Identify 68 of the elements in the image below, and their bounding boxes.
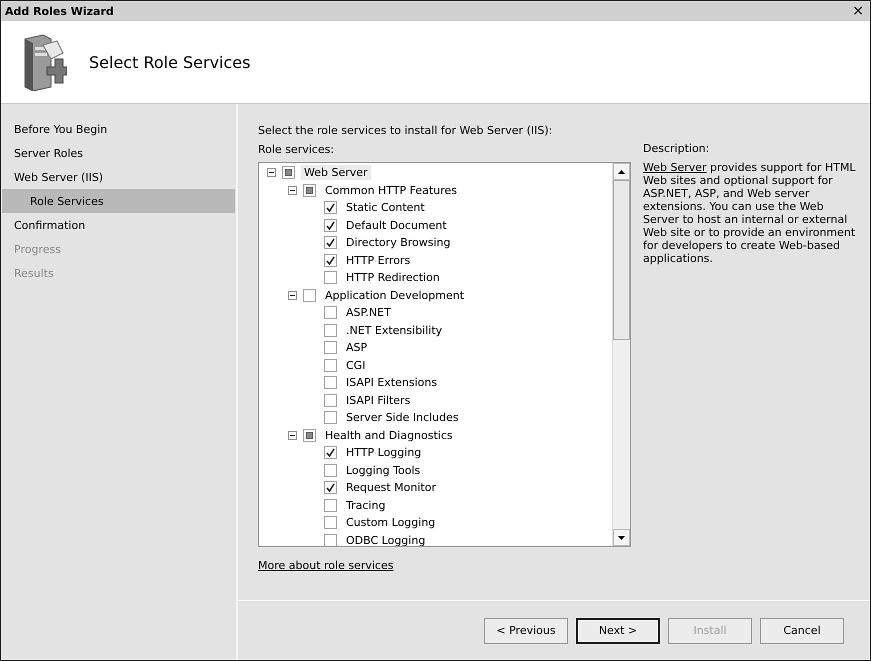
tree-item[interactable]: ASP.NET [343, 305, 394, 320]
tree-item[interactable]: Static Content [343, 200, 428, 216]
instruction-text: Select the role services to install for Web Server (IIS): [258, 124, 554, 137]
tree-item[interactable]: Default Document [343, 218, 450, 233]
wizard-step[interactable]: Confirmation [2, 213, 235, 237]
tree-item[interactable]: ISAPI Extensions [343, 375, 440, 390]
checkbox[interactable] [303, 184, 316, 197]
checkbox[interactable] [324, 236, 337, 250]
list-label: Role services: [258, 143, 336, 156]
tree-item[interactable]: ASP [343, 340, 370, 356]
tree-item[interactable]: Directory Browsing [343, 235, 454, 250]
window-title: Add Roles Wizard [5, 4, 114, 18]
description-label: Description: [643, 142, 710, 155]
checkbox[interactable] [324, 271, 337, 284]
tree-item[interactable]: HTTP Redirection [343, 270, 443, 286]
wizard-button[interactable]: Next > [576, 618, 660, 644]
tree-item[interactable]: .NET Extensibility [343, 322, 446, 338]
checkbox[interactable] [324, 446, 337, 460]
web-server-link[interactable]: Web Server [643, 161, 707, 174]
checkbox[interactable] [324, 201, 337, 214]
tree-item[interactable]: Server Side Includes [343, 410, 462, 426]
checkbox[interactable] [324, 218, 337, 232]
tree-item[interactable]: HTTP Errors [343, 252, 414, 268]
wizard-step[interactable]: Web Server (IIS) [2, 165, 235, 189]
tree-item[interactable]: Tracing [343, 498, 388, 513]
collapse-icon[interactable] [288, 290, 297, 300]
checkbox[interactable] [324, 358, 337, 372]
checkbox[interactable] [324, 498, 337, 512]
close-button[interactable]: × [850, 3, 866, 19]
tree-item[interactable]: CGI [343, 358, 368, 373]
wizard-step[interactable]: Server Roles [2, 141, 235, 165]
checkbox[interactable] [282, 166, 295, 180]
checkbox[interactable] [303, 288, 316, 302]
wizard-button[interactable]: Cancel [760, 618, 844, 644]
wizard-step[interactable]: Role Services [2, 189, 235, 213]
checkbox[interactable] [324, 306, 337, 320]
wizard-step[interactable]: Before You Begin [2, 117, 235, 141]
tree-item[interactable]: Web Server [301, 165, 371, 180]
tree-item[interactable]: Application Development [322, 288, 468, 303]
collapse-icon[interactable] [267, 168, 276, 178]
wizard-button[interactable]: < Previous [484, 618, 568, 644]
checkbox[interactable] [324, 324, 337, 337]
checkbox[interactable] [324, 516, 337, 530]
tree-item[interactable]: ODBC Logging [343, 532, 428, 546]
collapse-icon[interactable] [288, 430, 297, 440]
tree-item[interactable]: HTTP Logging [343, 445, 424, 460]
more-link[interactable]: More about role services [258, 559, 394, 572]
page-title: Select Role Services [89, 52, 250, 72]
tree-item[interactable]: Logging Tools [343, 462, 424, 478]
description-text: Web Server provides support for HTML Web sites and optional support for ASP.NET, ASP, and Web server extensions. You can use the Web Server to host an internal or external Web site or to provide an environment for developers to create Web-based applications. [643, 161, 857, 265]
tree-item[interactable]: Health and Diagnostics [322, 428, 456, 443]
scrollbar[interactable] [612, 163, 630, 546]
checkbox[interactable] [324, 376, 337, 390]
tree-item[interactable]: Custom Logging [343, 515, 438, 530]
scroll-up-icon[interactable] [613, 163, 630, 180]
collapse-icon[interactable] [288, 186, 297, 195]
checkbox[interactable] [303, 428, 316, 442]
checkbox[interactable] [324, 534, 337, 546]
tree-item[interactable]: Common HTTP Features [322, 182, 460, 198]
checkbox[interactable] [324, 481, 337, 494]
checkbox[interactable] [324, 341, 337, 354]
checkbox[interactable] [324, 254, 337, 267]
checkbox[interactable] [324, 411, 337, 424]
checkbox[interactable] [324, 394, 337, 407]
tree-item[interactable]: ISAPI Filters [343, 392, 414, 408]
tree-item[interactable]: Request Monitor [343, 480, 439, 496]
checkbox[interactable] [324, 464, 337, 477]
scroll-down-icon[interactable] [613, 529, 630, 546]
